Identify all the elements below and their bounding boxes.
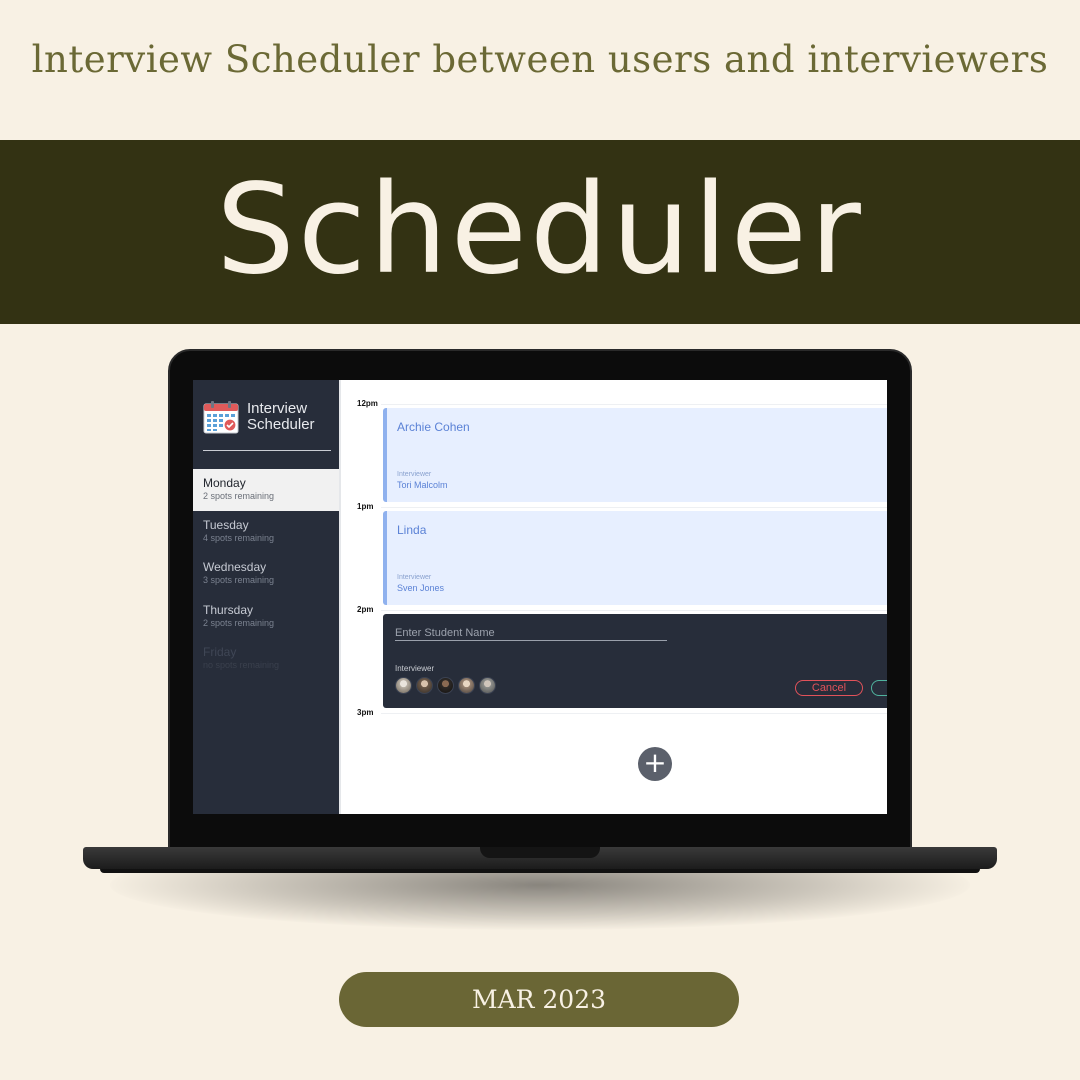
laptop-notch xyxy=(480,847,600,858)
hour-line xyxy=(381,404,887,405)
calendar-icon xyxy=(203,401,239,434)
interviewer-label: Interviewer xyxy=(397,471,432,478)
add-appointment-button[interactable]: + xyxy=(638,747,672,781)
day-spots: 2 spots remaining xyxy=(203,491,275,501)
brand-name: Interview Scheduler xyxy=(247,401,315,433)
hour-line xyxy=(381,610,887,611)
interviewer-avatar[interactable] xyxy=(479,677,496,694)
interviewer-name: Tori Malcolm xyxy=(397,480,448,490)
schedule-panel: 12pm Archie Cohen Interviewer Tori Malco… xyxy=(339,380,887,814)
day-item-monday[interactable]: Monday 2 spots remaining xyxy=(193,469,339,511)
interviewer-name: Sven Jones xyxy=(397,583,445,593)
day-spots: 3 spots remaining xyxy=(203,575,275,585)
day-item-friday[interactable]: Friday no spots remaining xyxy=(193,638,339,680)
interviewer-avatar[interactable] xyxy=(395,677,412,694)
brand: Interview Scheduler xyxy=(203,400,333,440)
interviewer-label: Interviewer xyxy=(397,574,432,581)
student-name-input[interactable] xyxy=(395,625,667,641)
student-name: Linda xyxy=(397,523,427,537)
student-name: Archie Cohen xyxy=(397,420,470,434)
hour-label: 2pm xyxy=(357,605,374,614)
interviewer-label: Interviewer xyxy=(395,664,435,673)
page-title: Scheduler xyxy=(216,158,864,302)
interviewer-avatar[interactable] xyxy=(416,677,433,694)
interviewer-avatar[interactable] xyxy=(437,677,454,694)
page-subtitle: lnterview Scheduler between users and in… xyxy=(31,38,1049,81)
brand-divider xyxy=(203,450,331,451)
hour-label: 1pm xyxy=(357,502,374,511)
appointment-card[interactable]: Archie Cohen Interviewer Tori Malcolm xyxy=(383,408,887,502)
laptop-base-lip xyxy=(100,869,980,873)
app-screen: Interview Scheduler Monday 2 spots remai… xyxy=(193,380,887,814)
hour-line xyxy=(381,713,887,714)
hour-label: 12pm xyxy=(357,399,378,408)
hour-line xyxy=(381,507,887,508)
day-name: Friday xyxy=(203,645,237,659)
appointment-card[interactable]: Linda Interviewer Sven Jones xyxy=(383,511,887,605)
hour-label: 3pm xyxy=(357,708,374,717)
day-item-tuesday[interactable]: Tuesday 4 spots remaining xyxy=(193,511,339,553)
brand-line-1: Interview xyxy=(247,400,308,417)
day-spots: 2 spots remaining xyxy=(203,618,275,628)
day-item-wednesday[interactable]: Wednesday 3 spots remaining xyxy=(193,553,339,595)
day-spots: 4 spots remaining xyxy=(203,533,275,543)
title-banner: Scheduler xyxy=(0,140,1080,324)
day-name: Monday xyxy=(203,476,246,490)
brand-line-2: Scheduler xyxy=(247,416,315,433)
day-name: Tuesday xyxy=(203,518,249,532)
appointment-form: Interviewer Cancel xyxy=(383,614,887,708)
day-name: Thursday xyxy=(203,603,254,617)
sidebar: Interview Scheduler Monday 2 spots remai… xyxy=(193,380,339,814)
day-item-thursday[interactable]: Thursday 2 spots remaining xyxy=(193,596,339,638)
day-spots: no spots remaining xyxy=(203,660,280,670)
interviewer-avatar[interactable] xyxy=(458,677,475,694)
date-badge: MAR 2023 xyxy=(339,972,739,1027)
save-button[interactable] xyxy=(871,680,887,696)
cancel-button[interactable]: Cancel xyxy=(795,680,863,696)
day-name: Wednesday xyxy=(203,560,267,574)
